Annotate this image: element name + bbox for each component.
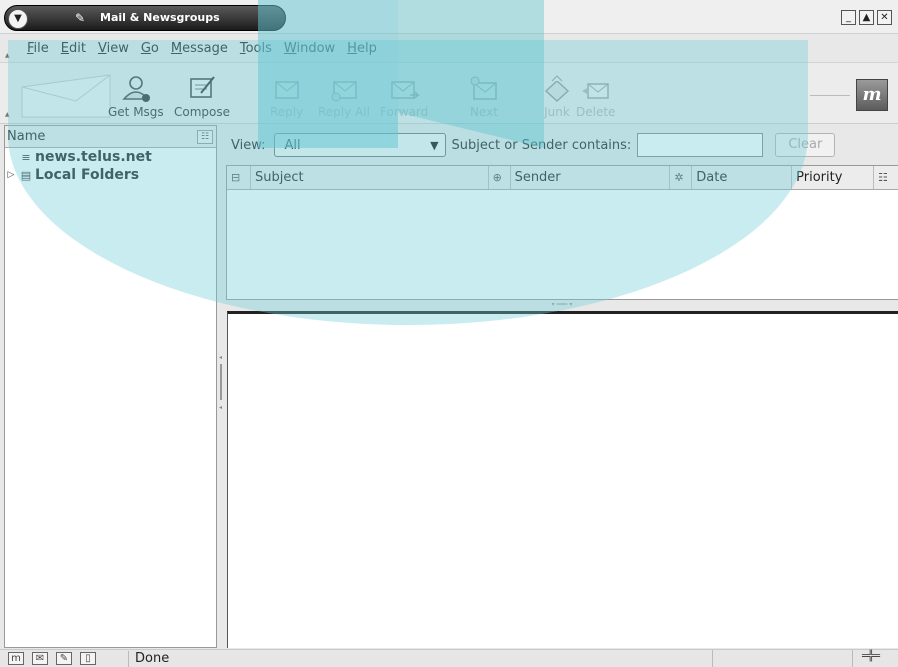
view-label: View: <box>231 137 266 153</box>
compose-button[interactable]: Compose <box>174 63 230 123</box>
date-column-header[interactable]: Date <box>692 166 793 189</box>
get-msgs-button[interactable]: Get Msgs <box>108 63 164 123</box>
junk-icon <box>544 75 570 103</box>
menu-file[interactable]: File <box>27 41 49 56</box>
mail-app-icon: ✎ <box>75 11 86 25</box>
local-folders-icon: ▤ <box>20 168 32 182</box>
junk-button[interactable]: Junk <box>540 63 574 123</box>
menu-window[interactable]: Window <box>284 41 335 56</box>
priority-column-header[interactable]: Priority <box>792 166 874 189</box>
folder-label: Local Folders <box>35 167 140 183</box>
maximize-button[interactable]: ▲ <box>859 10 874 25</box>
title-bar: ▼ ✎ Mail & Newsgroups _ ▲ ✕ <box>0 0 898 34</box>
vertical-splitter[interactable]: ◂ ◂ <box>218 350 224 420</box>
view-select[interactable]: All ▼ <box>273 133 446 157</box>
address-book-icon[interactable]: ▯ <box>80 652 96 665</box>
folder-label: news.telus.net <box>35 149 152 165</box>
filter-bar: View: All ▼ Subject or Sender contains: … <box>225 131 898 159</box>
splitter-grip-icon: ◂ <box>219 404 223 411</box>
menu-message[interactable]: Message <box>171 41 228 56</box>
window-title-pill[interactable]: ▼ ✎ Mail & Newsgroups <box>4 5 286 31</box>
thread-pane-header: ⊟ Subject ⊕ Sender ✲ Date Priority ☷ <box>227 166 898 190</box>
attachment-column-header[interactable]: ⊕ <box>489 166 511 189</box>
delete-icon <box>581 83 609 99</box>
splitter-grip-icon: ◂ <box>219 354 223 361</box>
mail-icon[interactable]: ✉ <box>32 652 48 665</box>
next-button[interactable]: Next <box>468 63 500 123</box>
toolbar-grip-icon[interactable]: ▲ <box>5 111 10 118</box>
online-status-icon[interactable]: ═╬═ <box>862 651 880 662</box>
close-button[interactable]: ✕ <box>877 10 892 25</box>
clear-button[interactable]: Clear <box>775 133 836 157</box>
menu-view[interactable]: View <box>98 41 129 56</box>
name-column-header[interactable]: Name <box>7 129 45 144</box>
envelope-logo-icon <box>21 74 111 118</box>
column-picker-icon[interactable]: ☷ <box>197 129 213 144</box>
menu-go[interactable]: Go <box>141 41 159 56</box>
folder-pane-header[interactable]: Name ☷ <box>5 126 216 148</box>
window-title: Mail & Newsgroups <box>100 11 220 24</box>
read-status-column-header[interactable]: ✲ <box>670 166 693 189</box>
menu-edit[interactable]: Edit <box>61 41 86 56</box>
folder-item-news-telus[interactable]: ≡ news.telus.net <box>5 148 216 166</box>
reply-all-icon <box>331 81 357 102</box>
thread-icon: ⊟ <box>231 171 241 184</box>
minimize-button[interactable]: _ <box>841 10 856 25</box>
subject-sender-search-input[interactable] <box>637 133 764 157</box>
navigator-icon[interactable]: m <box>8 652 24 665</box>
sender-column-header[interactable]: Sender <box>511 166 671 189</box>
status-text: Done <box>128 650 169 667</box>
toolbar-separator <box>810 95 850 96</box>
message-preview-pane[interactable] <box>227 311 898 648</box>
newsgroup-server-icon: ≡ <box>21 150 31 164</box>
thread-column-header[interactable]: ⊟ <box>227 166 251 189</box>
folder-pane: Name ☷ ≡ news.telus.net ▷ ▤ Local Folder… <box>4 125 217 648</box>
attachment-icon: ⊕ <box>492 171 502 184</box>
folder-item-local-folders[interactable]: ▷ ▤ Local Folders <box>5 166 216 184</box>
expand-twisty-icon[interactable]: ▷ <box>5 170 17 180</box>
forward-icon <box>391 81 420 99</box>
composer-icon[interactable]: ✎ <box>56 652 72 665</box>
search-label: Subject or Sender contains: <box>451 137 632 153</box>
mail-toolbar: ▲ Get Msgs Compose Reply Reply All Forwa… <box>0 62 898 124</box>
dropdown-arrow-icon: ▼ <box>430 138 439 152</box>
read-status-icon: ✲ <box>674 171 684 184</box>
menu-tools[interactable]: Tools <box>240 41 272 56</box>
get-msgs-icon <box>122 76 150 102</box>
horizontal-splitter[interactable]: ▾ ═══ ▾ <box>226 301 898 311</box>
delete-button[interactable]: Delete <box>576 63 615 123</box>
view-select-value: All <box>284 137 301 153</box>
window-menu-icon[interactable]: ▼ <box>8 9 28 29</box>
activity-throbber-icon[interactable]: m <box>856 79 888 111</box>
compose-icon <box>190 76 215 98</box>
splitter-grip-line <box>220 364 222 400</box>
forward-button[interactable]: Forward <box>380 63 428 123</box>
status-bar: m ✉ ✎ ▯ Done ═╬═ <box>0 649 898 667</box>
thread-pane[interactable]: ⊟ Subject ⊕ Sender ✲ Date Priority ☷ <box>226 165 898 300</box>
column-picker-icon: ☷ <box>878 171 888 184</box>
column-picker-button[interactable]: ☷ <box>874 166 898 189</box>
reply-all-button[interactable]: Reply All <box>318 63 370 123</box>
next-icon <box>470 76 497 100</box>
subject-column-header[interactable]: Subject <box>251 166 489 189</box>
menu-bar: ▲ File Edit View Go Message Tools Window… <box>0 35 898 61</box>
menubar-grip-icon[interactable]: ▲ <box>5 52 10 59</box>
menu-help[interactable]: Help <box>347 41 377 56</box>
status-progress-segment <box>712 650 852 667</box>
reply-button[interactable]: Reply <box>270 63 303 123</box>
reply-icon <box>274 81 299 99</box>
